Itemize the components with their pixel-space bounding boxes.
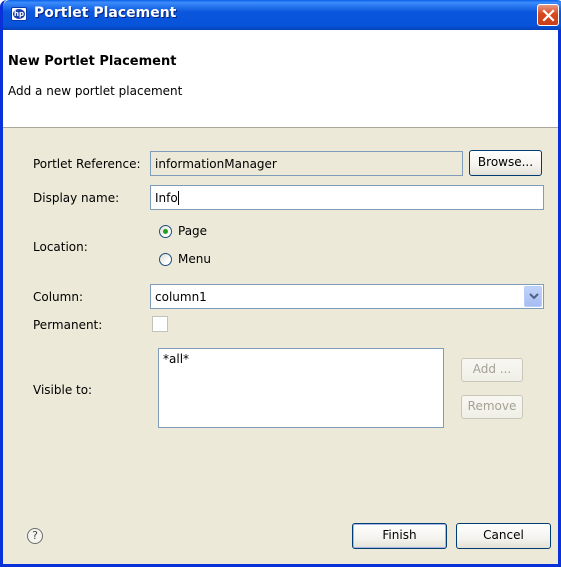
permanent-checkbox[interactable]	[152, 316, 168, 332]
add-button[interactable]: Add ...	[461, 358, 523, 382]
column-label: Column:	[33, 290, 83, 304]
display-name-input[interactable]: Info	[150, 185, 544, 210]
hp-logo-icon: hp	[11, 7, 27, 21]
chevron-down-icon	[529, 293, 539, 300]
dialog-banner: New Portlet Placement Add a new portlet …	[3, 30, 558, 128]
banner-subtitle: Add a new portlet placement	[8, 84, 183, 98]
window-title: Portlet Placement	[34, 5, 177, 21]
browse-button[interactable]: Browse...	[469, 150, 542, 176]
help-icon[interactable]: ?	[27, 528, 43, 544]
portlet-reference-label: Portlet Reference:	[33, 157, 141, 171]
display-name-label: Display name:	[33, 191, 120, 205]
column-dropdown-button[interactable]	[524, 286, 542, 307]
permanent-label: Permanent:	[33, 318, 103, 332]
cancel-button[interactable]: Cancel	[456, 523, 551, 549]
close-button[interactable]	[537, 4, 559, 26]
visible-to-list[interactable]: *all*	[158, 348, 444, 428]
location-option-page-label[interactable]: Page	[178, 224, 207, 238]
remove-button[interactable]: Remove	[461, 395, 523, 419]
banner-title: New Portlet Placement	[8, 54, 177, 69]
display-name-value: Info	[155, 191, 178, 205]
finish-button[interactable]: Finish	[352, 523, 447, 549]
text-caret	[177, 191, 179, 205]
column-select[interactable]: column1	[150, 284, 544, 309]
portlet-reference-field: informationManager	[150, 151, 463, 176]
column-select-value: column1	[155, 290, 207, 304]
location-label: Location:	[33, 240, 88, 254]
location-radio-menu[interactable]	[159, 253, 172, 266]
radio-selected-dot	[163, 229, 168, 234]
location-radio-page[interactable]	[159, 225, 172, 238]
title-bar[interactable]: hp Portlet Placement	[3, 0, 561, 30]
visible-to-label: Visible to:	[33, 383, 93, 397]
location-option-menu-label[interactable]: Menu	[178, 252, 211, 266]
list-item[interactable]: *all*	[163, 352, 439, 366]
close-icon	[542, 9, 555, 22]
